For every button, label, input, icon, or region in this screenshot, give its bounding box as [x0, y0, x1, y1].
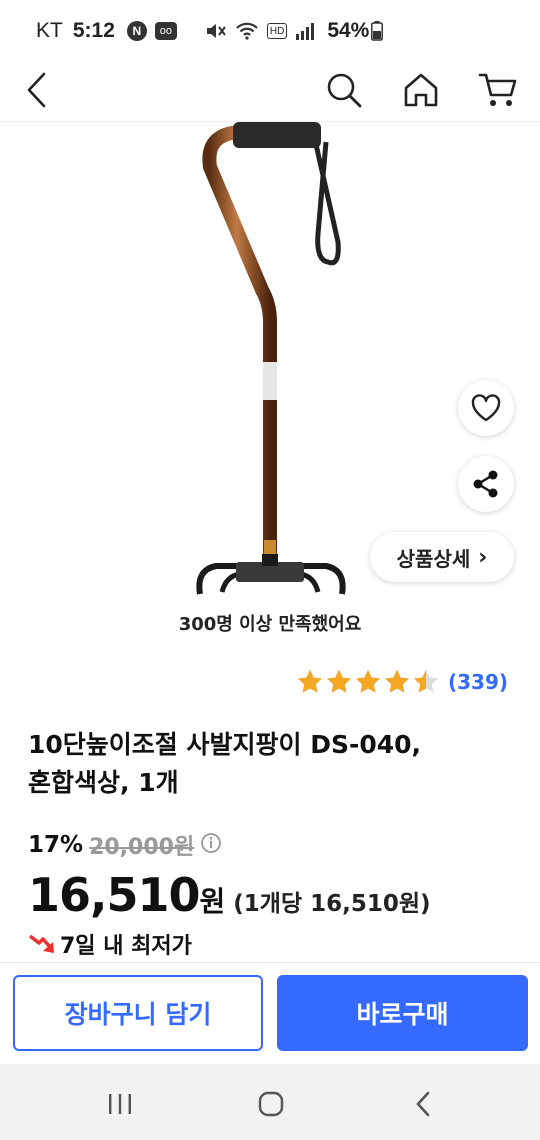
- mute-icon: [205, 21, 227, 41]
- voicemail-icon: oo: [154, 22, 177, 40]
- info-icon[interactable]: [200, 832, 222, 858]
- star-icon: [384, 669, 409, 693]
- home-button[interactable]: [397, 66, 445, 114]
- original-price: 20,000원: [89, 835, 195, 860]
- star-rating: [296, 668, 440, 696]
- search-button[interactable]: [320, 66, 368, 114]
- notification-badge-icon: N: [126, 21, 147, 41]
- add-to-cart-button[interactable]: 장바구니 담기: [13, 975, 263, 1051]
- cart-icon: [478, 73, 517, 106]
- lowest-price-label: 7일 내 최저가: [60, 934, 192, 959]
- product-detail-label: 상품상세: [396, 546, 471, 571]
- status-icons: HD 54%: [205, 19, 391, 43]
- hd-voice-icon: HD: [266, 23, 288, 39]
- back-nav-icon: [416, 1091, 430, 1117]
- battery-percent: 54%: [327, 19, 370, 42]
- star-icon: [326, 669, 351, 693]
- sale-price: 16,510: [28, 868, 201, 922]
- heart-icon: [471, 394, 501, 422]
- unit-price: (1개당 16,510원): [233, 891, 431, 917]
- clock: 5:12: [72, 19, 115, 42]
- review-count[interactable]: (339): [448, 670, 508, 694]
- battery-icon: [371, 21, 384, 41]
- price-block: 17% 20,000원 16,510 원 (1개당 16,510원) 7일 내 …: [28, 828, 528, 960]
- rating-row[interactable]: (339): [296, 668, 508, 696]
- sale-price-row: 16,510 원 (1개당 16,510원): [28, 868, 528, 922]
- back-icon: [27, 72, 46, 108]
- discount-rate: 17%: [28, 832, 84, 858]
- home-icon: [404, 73, 438, 107]
- action-bar: 장바구니 담기 바로구매: [0, 962, 540, 1064]
- star-icon: [413, 669, 438, 693]
- product-title-line: 혼합색상, 1개: [28, 768, 179, 797]
- app-header: [0, 62, 540, 122]
- product-title: 10단높이조절 사발지팡이 DS-040, 혼합색상, 1개: [28, 726, 518, 802]
- back-nav-button[interactable]: [403, 1084, 443, 1124]
- home-nav-button[interactable]: [251, 1084, 291, 1124]
- back-button[interactable]: [12, 66, 60, 114]
- satisfaction-text: 300명 이상 만족했어요: [178, 614, 362, 635]
- down-arrow-icon: [28, 934, 54, 953]
- product-detail-button[interactable]: 상품상세 ›: [370, 532, 514, 582]
- product-title-line: 10단높이조절 사발지팡이 DS-040,: [28, 730, 422, 759]
- wishlist-button[interactable]: [458, 380, 514, 436]
- sale-price-unit: 원: [199, 885, 226, 918]
- wifi-icon: [235, 21, 259, 41]
- recent-apps-button[interactable]: [100, 1084, 140, 1124]
- star-icon: [355, 669, 380, 693]
- system-nav-bar: [0, 1064, 540, 1140]
- home-circle-icon: [258, 1091, 284, 1117]
- status-bar: KT 5:12 N oo HD 54%: [0, 0, 540, 62]
- recent-apps-icon: [109, 1094, 131, 1114]
- buy-now-button[interactable]: 바로구매: [277, 975, 528, 1051]
- lowest-price-badge: 7일 내 최저가: [28, 928, 528, 960]
- star-icon: [297, 669, 322, 693]
- carrier-label: KT: [36, 19, 63, 42]
- chevron-right-icon: ›: [478, 544, 488, 570]
- share-button[interactable]: [458, 456, 514, 512]
- share-icon: [473, 470, 498, 498]
- original-price-row: 17% 20,000원: [28, 828, 528, 862]
- signal-icon: [295, 22, 315, 40]
- cart-button[interactable]: [474, 66, 522, 114]
- search-icon: [327, 73, 362, 108]
